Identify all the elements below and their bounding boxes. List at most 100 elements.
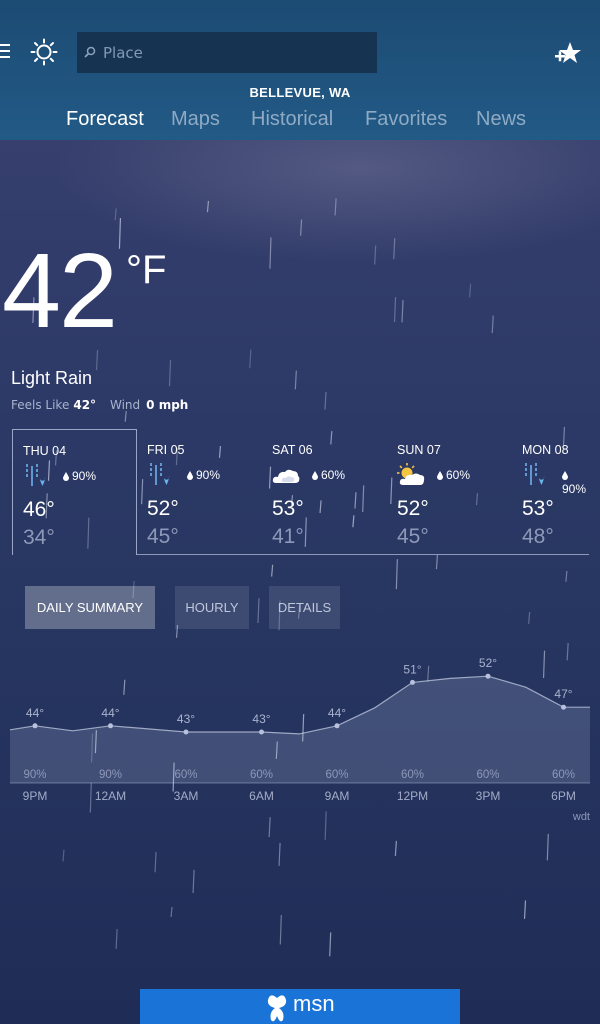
raindrop-streak <box>257 598 260 624</box>
wind: Wind 0 mph <box>110 398 188 412</box>
raindrop-streak <box>249 349 252 369</box>
menu-icon[interactable] <box>0 44 10 60</box>
sun-icon[interactable] <box>30 38 58 66</box>
day-card-sat[interactable]: SAT 06 60% 53° 41° <box>262 429 387 555</box>
temperature-label: 47° <box>554 687 572 701</box>
cloudy-icon <box>272 469 300 483</box>
raindrop-streak <box>393 297 397 323</box>
tab-forecast[interactable]: Forecast <box>66 108 144 131</box>
raindrop-streak <box>546 833 549 861</box>
raindrop-streak <box>401 300 404 323</box>
raindrop-streak <box>374 245 377 265</box>
precip-label: 60% <box>401 769 424 781</box>
low-temp: 45° <box>397 525 429 548</box>
details-button[interactable]: DETAILS <box>269 586 340 629</box>
msn-logo-text: msn <box>293 991 335 1016</box>
raindrop-streak <box>115 929 118 949</box>
low-temp: 34° <box>23 526 55 549</box>
hourly-button[interactable]: HOURLY <box>175 586 249 629</box>
feels-like: Feels Like 42° <box>11 398 96 412</box>
high-temp: 53° <box>522 497 554 520</box>
precip-label: 60% <box>174 769 197 781</box>
day-card-sun[interactable]: SUN 07 60% 52° 45° <box>387 429 512 555</box>
hourly-temperature-chart: 44° 90% 9PM 44° 90% 12AM 43° 60% 3AM 43° 60% 6AM 44°… <box>9 656 590 823</box>
app-header: BELLEVUE, WA Forecast Maps Historical Fa… <box>0 0 600 140</box>
search-icon <box>84 46 96 58</box>
high-temp: 52° <box>397 497 429 520</box>
time-label: 6PM <box>551 789 576 803</box>
day-name: MON 08 <box>522 443 569 457</box>
raindrop-streak <box>329 932 332 957</box>
current-condition: Light Rain <box>11 368 93 388</box>
raindrop-streak <box>528 611 531 624</box>
tab-news[interactable]: News <box>476 108 526 131</box>
day-name: FRI 05 <box>147 443 185 457</box>
raindrop-streak <box>294 370 297 390</box>
day-card-thu[interactable]: THU 04 90% 46° 34° <box>12 429 137 555</box>
precip-label: 60% <box>250 769 273 781</box>
time-label: 9AM <box>325 789 350 803</box>
droplet-icon <box>63 472 69 481</box>
temperature-label: 43° <box>252 712 270 726</box>
precip-chance: 90% <box>196 468 221 482</box>
raindrop-streak <box>271 564 274 577</box>
raindrop-streak <box>334 198 337 216</box>
temperature-point <box>485 673 491 679</box>
temperature-unit: °F <box>126 248 167 292</box>
droplet-icon <box>187 471 193 480</box>
raindrop-streak <box>278 842 281 866</box>
temperature-area <box>10 676 590 783</box>
raindrop-streak <box>206 200 210 213</box>
partly-sunny-icon <box>397 463 425 485</box>
raindrop-streak <box>324 392 327 410</box>
raindrop-streak <box>435 553 439 570</box>
feels-like-value: 42° <box>73 398 97 412</box>
time-label: 6AM <box>249 789 274 803</box>
raindrop-streak <box>192 869 195 894</box>
tab-maps[interactable]: Maps <box>171 108 220 131</box>
search-box[interactable] <box>77 32 377 73</box>
raindrop-streak <box>299 219 303 236</box>
time-label: 9PM <box>23 789 48 803</box>
raindrop-streak <box>95 350 99 371</box>
precip-chance: 90% <box>72 469 97 483</box>
low-temp: 45° <box>147 525 179 548</box>
time-label: 3AM <box>174 789 199 803</box>
precip-label: 90% <box>99 769 122 781</box>
tab-favorites[interactable]: Favorites <box>365 108 447 131</box>
time-label: 12AM <box>95 789 126 803</box>
precip-chance: 90% <box>562 482 587 496</box>
tab-historical[interactable]: Historical <box>251 108 333 131</box>
daily-summary-button[interactable]: DAILY SUMMARY <box>25 586 155 629</box>
time-label: 12PM <box>397 789 428 803</box>
temperature-point <box>410 679 415 685</box>
temperature-label: 52° <box>479 656 497 670</box>
droplet-icon <box>312 471 318 480</box>
feels-like-label: Feels Like <box>11 398 70 412</box>
daily-forecast-row: THU 04 90% 46° 34° FRI 05 90% 52° 45° SA… <box>12 429 589 556</box>
raindrop-streak <box>62 849 65 862</box>
raindrop-streak <box>393 238 396 260</box>
day-card-fri[interactable]: FRI 05 90% 52° 45° <box>137 429 262 555</box>
data-attribution: wdt <box>572 811 590 823</box>
search-input[interactable] <box>101 43 365 63</box>
raindrop-streak <box>469 283 472 298</box>
add-favorite-star-icon[interactable] <box>555 40 581 66</box>
raindrop-streak <box>269 237 272 269</box>
raindrop-streak <box>114 208 117 221</box>
day-card-mon[interactable]: MON 08 90% 53° 48° <box>512 429 589 555</box>
precip-label: 90% <box>23 769 46 781</box>
location-label: BELLEVUE, WA <box>249 85 351 100</box>
temperature-point <box>32 723 38 729</box>
current-temperature: 42 <box>2 232 118 350</box>
temperature-label: 43° <box>177 712 195 726</box>
wind-value: 0 mph <box>146 398 189 412</box>
raindrop-streak <box>168 359 172 387</box>
msn-ad-banner[interactable]: msn <box>140 989 460 1024</box>
precip-label: 60% <box>552 769 575 781</box>
temperature-label: 44° <box>328 706 346 720</box>
msn-butterfly-icon <box>267 995 287 1022</box>
high-temp: 52° <box>147 497 179 520</box>
day-name: SAT 06 <box>272 443 313 457</box>
raindrop-streak <box>394 840 397 856</box>
